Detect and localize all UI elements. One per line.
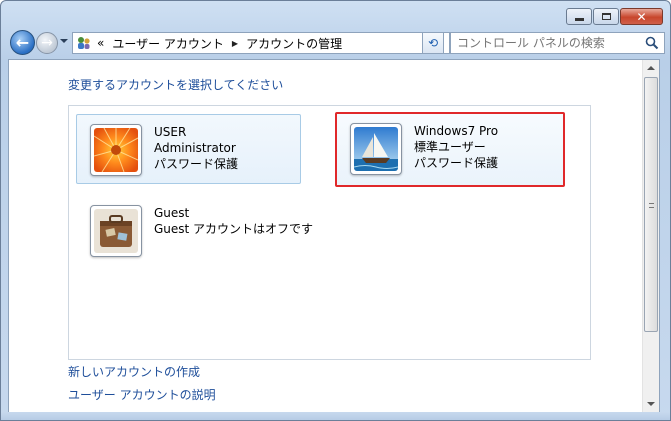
accounts-panel: USER Administrator パスワード保護 Windows7 Pro … <box>68 105 591 360</box>
forward-arrow-icon: → <box>41 35 53 51</box>
page-title: 変更するアカウントを選択してください <box>68 78 284 92</box>
back-button[interactable]: ← <box>10 30 35 55</box>
control-panel-window: ✕ ← → « ユーザー アカウント ▶ アカウントの管理 ⟲ コントロール パ… <box>0 0 671 421</box>
maximize-icon <box>601 13 611 20</box>
minimize-button[interactable] <box>566 8 592 25</box>
refresh-icon: ⟲ <box>427 36 439 50</box>
sailboat-picture-icon <box>354 127 398 171</box>
scrollbar-thumb[interactable] <box>644 77 658 332</box>
control-panel-users-icon <box>76 35 92 51</box>
caption-buttons: ✕ <box>566 8 663 25</box>
create-account-link[interactable]: 新しいアカウントの作成 <box>68 363 200 380</box>
account-info: Guest Guest アカウントはオフです <box>154 205 313 237</box>
recent-pages-dropdown[interactable] <box>60 39 68 43</box>
account-type: Administrator <box>154 141 236 155</box>
account-user[interactable]: USER Administrator パスワード保護 <box>76 114 301 184</box>
forward-button[interactable]: → <box>36 32 58 54</box>
avatar <box>90 124 142 176</box>
account-name: Windows7 Pro <box>414 124 499 138</box>
avatar <box>90 205 142 257</box>
window-bottom-border <box>1 412 670 420</box>
address-bar[interactable]: « ユーザー アカウント ▶ アカウントの管理 <box>72 32 450 54</box>
maximize-button[interactable] <box>593 8 619 25</box>
account-info: Windows7 Pro 標準ユーザー パスワード保護 <box>414 123 498 171</box>
account-guest[interactable]: Guest Guest アカウントはオフです <box>76 199 316 261</box>
account-status: パスワード保護 <box>414 156 499 170</box>
navigation-bar: ← → « ユーザー アカウント ▶ アカウントの管理 ⟲ <box>8 30 665 56</box>
back-arrow-icon: ← <box>15 33 30 52</box>
flower-picture-icon <box>94 128 138 172</box>
account-info: USER Administrator パスワード保護 <box>154 124 238 172</box>
suitcase-picture-icon <box>94 209 138 253</box>
breadcrumb: « ユーザー アカウント ▶ アカウントの管理 <box>97 35 342 52</box>
account-name: USER <box>154 125 187 139</box>
breadcrumb-manage-accounts[interactable]: アカウントの管理 <box>246 35 342 52</box>
avatar <box>350 123 402 175</box>
close-button[interactable]: ✕ <box>620 8 663 25</box>
account-status: パスワード保護 <box>154 157 239 171</box>
breadcrumb-overflow-chevron[interactable]: « <box>97 36 104 50</box>
vertical-scrollbar[interactable] <box>642 60 659 412</box>
content-area: 変更するアカウントを選択してください USER Administrator パス… <box>8 59 660 413</box>
scroll-up-arrow-icon[interactable] <box>647 66 655 70</box>
breadcrumb-arrow-icon[interactable]: ▶ <box>232 39 238 48</box>
account-type: Guest アカウントはオフです <box>154 222 314 236</box>
account-windows7-pro[interactable]: Windows7 Pro 標準ユーザー パスワード保護 <box>335 112 565 187</box>
minimize-icon <box>574 17 584 21</box>
scroll-down-arrow-icon[interactable] <box>647 402 655 406</box>
refresh-button[interactable]: ⟲ <box>422 32 444 54</box>
search-input[interactable] <box>457 36 637 50</box>
about-accounts-link[interactable]: ユーザー アカウントの説明 <box>68 386 216 403</box>
account-name: Guest <box>154 206 190 220</box>
account-type: 標準ユーザー <box>414 140 486 154</box>
breadcrumb-user-accounts[interactable]: ユーザー アカウント <box>112 35 224 52</box>
grip-icon <box>649 203 654 208</box>
close-icon: ✕ <box>636 9 647 24</box>
search-box[interactable] <box>450 32 665 54</box>
search-icon[interactable] <box>645 36 659 50</box>
